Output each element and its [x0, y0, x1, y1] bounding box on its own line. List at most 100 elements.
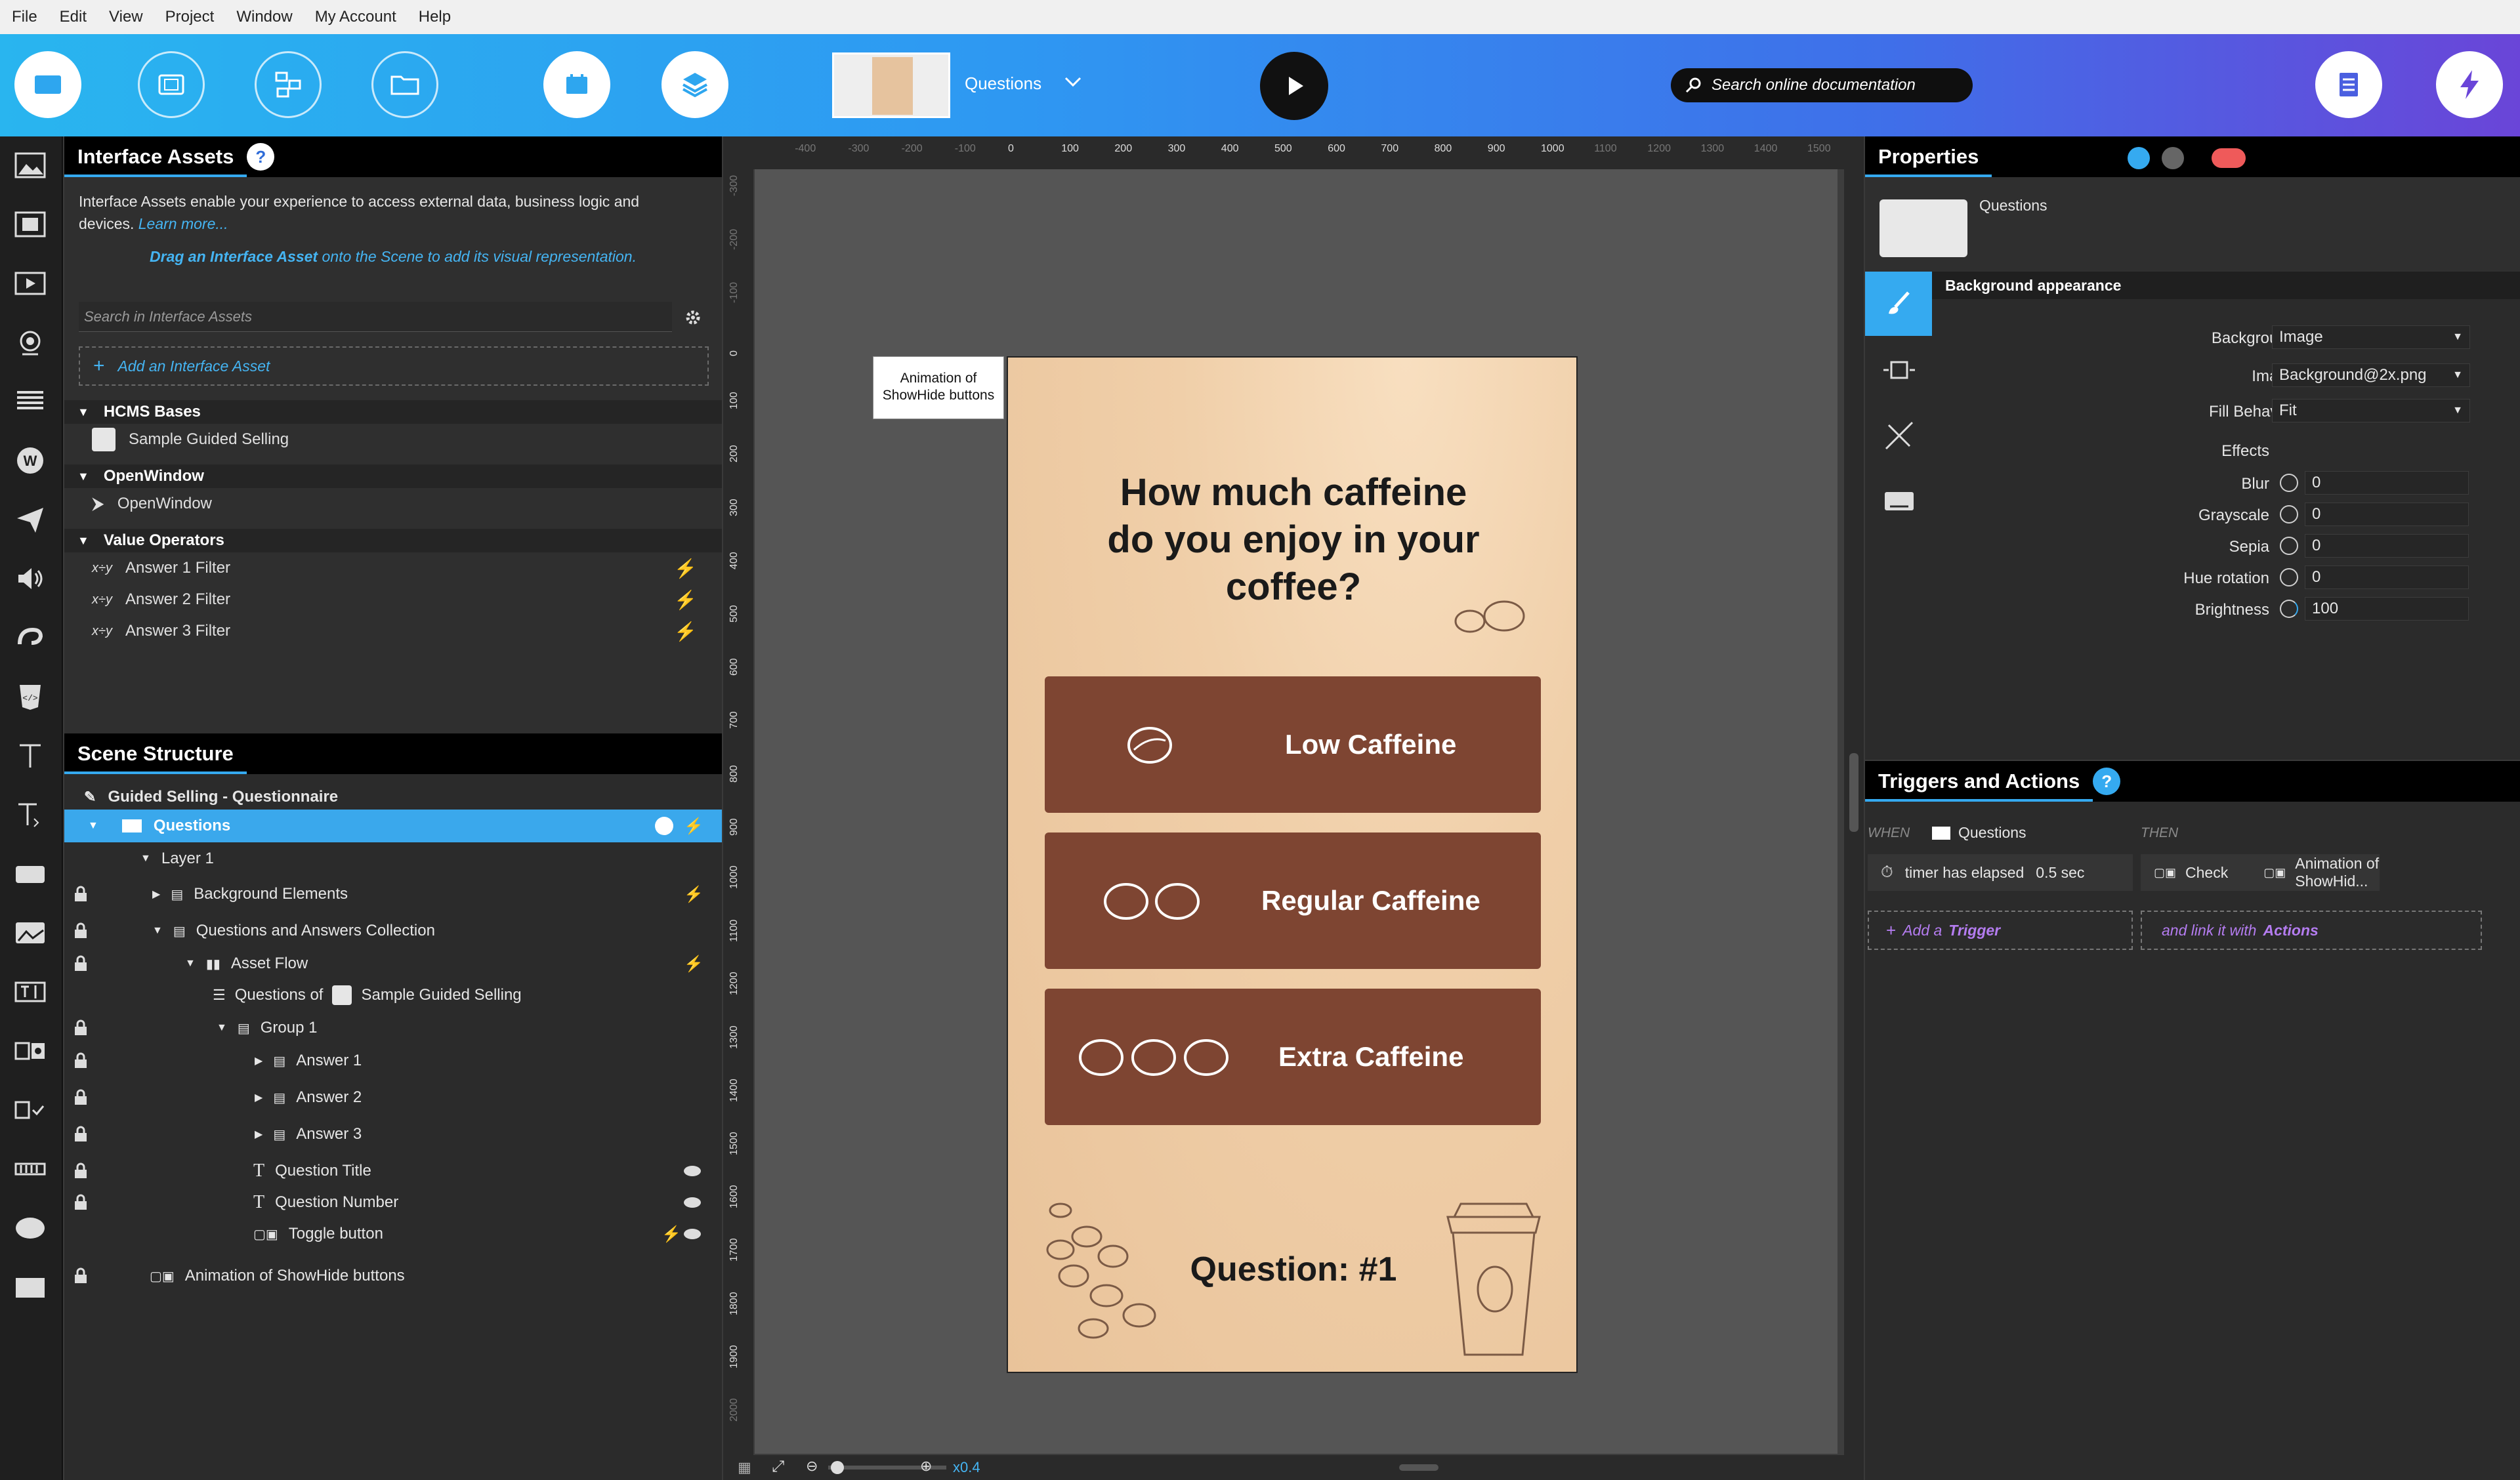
publish-button[interactable]	[2436, 51, 2503, 118]
checkbox-widget-icon[interactable]	[9, 1089, 51, 1131]
html-widget-icon[interactable]: </>	[9, 676, 51, 718]
sepia-input[interactable]: 0	[2305, 534, 2469, 558]
text-input-icon[interactable]	[9, 971, 51, 1013]
tree-item-asset-flow[interactable]: ▼ ▮▮ Asset Flow ⚡	[64, 947, 722, 980]
lock-icon[interactable]	[74, 1126, 88, 1143]
devices-view-button[interactable]	[138, 51, 205, 118]
project-files-button[interactable]	[371, 51, 438, 118]
flow-view-button[interactable]	[255, 51, 322, 118]
tree-item-toggle-button[interactable]: ▢▣ Toggle button ⚡	[64, 1218, 722, 1250]
menu-my-account[interactable]: My Account	[315, 8, 396, 26]
asset-answer-3-filter[interactable]: x÷y Answer 3 Filter ⚡	[64, 615, 722, 647]
section-openwindow[interactable]: ▼ OpenWindow	[64, 464, 722, 488]
menu-help[interactable]: Help	[419, 8, 451, 26]
record-icon[interactable]	[2212, 148, 2246, 168]
video-widget-icon[interactable]	[9, 262, 51, 304]
tree-item-answer-2[interactable]: ▶ ▤ Answer 2	[64, 1081, 722, 1114]
hue-rotation-input[interactable]: 0	[2305, 565, 2469, 589]
chevron-down-icon[interactable]	[1063, 72, 1083, 92]
rectangle-shape-icon[interactable]	[9, 1266, 51, 1308]
play-button[interactable]	[1260, 52, 1328, 120]
lock-icon[interactable]	[74, 1267, 88, 1285]
menu-view[interactable]: View	[109, 8, 143, 26]
hue-rotation-toggle[interactable]	[2280, 568, 2298, 586]
tree-item-questions[interactable]: ▼ Questions ⚡	[64, 810, 722, 842]
sepia-toggle[interactable]	[2280, 537, 2298, 555]
scene-thumbnail[interactable]	[832, 52, 950, 118]
vertical-scrollbar[interactable]	[1844, 136, 1864, 1455]
section-hcms-bases[interactable]: ▼ HCMS Bases	[64, 400, 722, 424]
tree-item-questions-of[interactable]: ☰ Questions of Sample Guided Selling	[64, 979, 722, 1012]
help-icon[interactable]: ?	[2093, 768, 2121, 795]
appearance-tab[interactable]	[1865, 272, 1932, 336]
calendar-button[interactable]	[543, 51, 610, 118]
menu-edit[interactable]: Edit	[60, 8, 87, 26]
image-select[interactable]: Background@2x.png ▼	[2272, 363, 2470, 387]
progress-widget-icon[interactable]	[9, 1148, 51, 1190]
action-target[interactable]: Animation of ShowHid...	[2295, 855, 2380, 890]
trigger-object[interactable]: Questions	[1958, 824, 2026, 842]
trigger-timer[interactable]: ⏱ timer has elapsed 0.5 sec	[1868, 854, 2133, 891]
zoom-in-icon[interactable]: ⊕	[920, 1458, 932, 1475]
tree-item-question-title[interactable]: T Question Title	[64, 1155, 722, 1187]
learn-more-link[interactable]: Learn more...	[138, 215, 228, 232]
menu-window[interactable]: Window	[236, 8, 292, 26]
asset-answer-2-filter[interactable]: x÷y Answer 2 Filter ⚡	[64, 584, 722, 615]
list-widget-icon[interactable]	[9, 380, 51, 422]
camera-widget-icon[interactable]	[9, 321, 51, 363]
link-icon[interactable]	[2128, 147, 2150, 169]
globe-icon[interactable]	[2162, 147, 2184, 169]
asset-answer-1-filter[interactable]: x÷y Answer 1 Filter ⚡	[64, 552, 722, 584]
text-widget-icon[interactable]	[9, 735, 51, 777]
tree-root[interactable]: ✎ Guided Selling - Questionnaire	[64, 781, 722, 813]
brightness-input[interactable]: 100	[2305, 597, 2469, 621]
scenes-view-button[interactable]	[14, 51, 81, 118]
eye-icon[interactable]	[684, 1229, 701, 1239]
grayscale-toggle[interactable]	[2280, 505, 2298, 524]
horizontal-scroll-thumb[interactable]	[1399, 1464, 1438, 1471]
eye-icon[interactable]	[684, 1166, 701, 1176]
asset-sample-guided-selling[interactable]: Sample Guided Selling	[64, 424, 722, 455]
scene-name[interactable]: Questions	[965, 73, 1041, 94]
trigger-value[interactable]: 0.5 sec	[2036, 864, 2084, 882]
lock-icon[interactable]	[74, 886, 88, 903]
blur-toggle[interactable]	[2280, 474, 2298, 492]
lock-icon[interactable]	[74, 955, 88, 972]
answer-extra-caffeine[interactable]: Extra Caffeine	[1045, 989, 1541, 1125]
tree-item-answer-1[interactable]: ▶ ▤ Answer 1	[64, 1044, 722, 1077]
fit-icon[interactable]: ▦	[738, 1459, 751, 1476]
menu-project[interactable]: Project	[165, 8, 215, 26]
tree-item-animation[interactable]: ▢▣ Animation of ShowHide buttons	[64, 1260, 722, 1292]
add-trigger-button[interactable]: + Add a Trigger	[1868, 911, 2133, 950]
image-sequence-icon[interactable]	[9, 203, 51, 245]
toggle-widget-icon[interactable]	[9, 1030, 51, 1072]
animation-object[interactable]: Animation of ShowHide buttons	[873, 356, 1004, 419]
tree-item-layer-1[interactable]: ▼ Layer 1	[64, 842, 722, 875]
button-widget-icon[interactable]	[9, 853, 51, 895]
section-value-operators[interactable]: ▼ Value Operators	[64, 529, 722, 552]
documentation-search[interactable]: Search online documentation	[1671, 68, 1973, 102]
web-widget-icon[interactable]: W	[9, 440, 51, 482]
visibility-icon[interactable]	[655, 817, 673, 835]
tree-item-question-number[interactable]: T Question Number	[64, 1186, 722, 1219]
image-widget-icon[interactable]	[9, 144, 51, 186]
eye-icon[interactable]	[684, 1197, 701, 1208]
send-widget-icon[interactable]	[9, 499, 51, 541]
tree-item-answer-3[interactable]: ▶ ▤ Answer 3	[64, 1118, 722, 1151]
question-number[interactable]: Question: #1	[1008, 1250, 1576, 1289]
help-icon[interactable]: ?	[247, 143, 275, 171]
question-title[interactable]: How much caffeine do you enjoy in your c…	[1008, 469, 1576, 611]
tree-item-qa-collection[interactable]: ▼ ▤ Questions and Answers Collection	[64, 915, 722, 947]
keyboard-icon[interactable]	[1882, 488, 1916, 514]
audio-widget-icon[interactable]	[9, 558, 51, 600]
lock-icon[interactable]	[74, 922, 88, 939]
lock-icon[interactable]	[74, 1162, 88, 1180]
zoom-slider-thumb[interactable]	[831, 1461, 844, 1474]
lock-icon[interactable]	[74, 1089, 88, 1106]
vertical-scroll-thumb[interactable]	[1849, 753, 1858, 832]
tree-item-group-1[interactable]: ▼ ▤ Group 1	[64, 1012, 722, 1044]
ellipse-shape-icon[interactable]	[9, 1207, 51, 1249]
size-icon[interactable]	[1881, 357, 1918, 383]
checklist-button[interactable]	[2315, 51, 2382, 118]
link-actions-button[interactable]: and link it with Actions	[2141, 911, 2482, 950]
